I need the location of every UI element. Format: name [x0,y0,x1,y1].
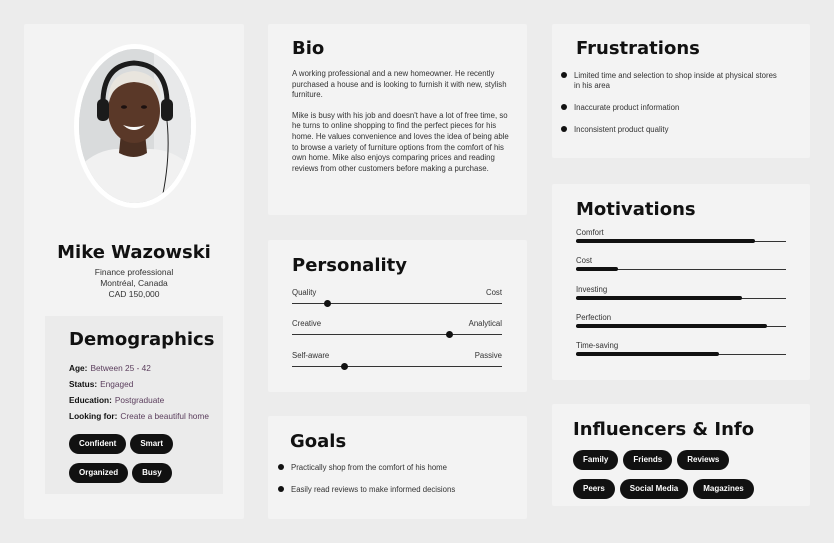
influencer-tags: Family Friends Reviews Peers Social Media Mag… [573,449,773,507]
motivation-fill [576,352,719,356]
trait-left-label: Self-aware [292,351,330,360]
motivation-label: Comfort [576,228,604,237]
influencers-card: Influencers & Info Family Friends Reviews P… [552,404,810,506]
influencer-tag: Family [573,450,619,470]
demographic-value: Between 25 - 42 [90,363,151,373]
frustration-item: Inaccurate product information [561,103,781,113]
frustration-item: Inconsistent product quality [561,125,781,135]
profile-card: Mike Wazowski Finance professional Montr… [24,24,244,519]
motivation-bar: Comfort [576,228,786,243]
trait-tags: Confident SmartOrganized Busy [69,433,219,491]
demographic-value: Create a beautiful home [120,411,209,421]
motivation-label: Perfection [576,313,612,322]
persona-income: CAD 150,000 [108,289,160,299]
bio-paragraph: A working professional and a new homeown… [292,69,507,100]
demographic-value: Postgraduate [114,395,165,405]
trait-scale: Creative Analytical [292,319,502,341]
demographics-title: Demographics [69,329,215,350]
goals-card: Goals Practically shop from the comfort … [268,416,527,519]
influencer-tag: Social Media [619,479,689,499]
personality-card: Personality Quality Cost Creative Analyt… [268,240,527,392]
trait-tag: Confident [69,434,127,454]
demographic-row: Age: Between 25 - 42 [69,360,209,376]
motivations-card: Motivations Comfort Cost Investing Perfe… [552,184,810,380]
motivation-bar: Investing [576,285,786,300]
goals-title: Goals [290,431,347,452]
persona-name: Mike Wazowski [57,242,211,263]
trait-scale: Quality Cost [292,288,502,310]
avatar [79,49,191,203]
motivation-bar: Time-saving [576,341,786,356]
motivation-label: Time-saving [576,341,619,350]
persona-location: Montréal, Canada [100,278,168,288]
motivation-bar: Cost [576,256,786,271]
trait-marker [341,363,348,370]
goals-list: Practically shop from the comfort of his… [278,463,455,507]
influencer-tag: Magazines [693,479,754,499]
goal-item: Practically shop from the comfort of his… [278,463,455,473]
demographic-row: Education: Postgraduate [69,392,209,408]
motivation-bar: Perfection [576,313,786,328]
persona-occupation: Finance professional [94,267,174,277]
trait-tag: Smart [130,434,174,454]
trait-right-label: Cost [485,288,502,297]
motivation-label: Investing [576,285,608,294]
motivation-fill [576,324,768,328]
trait-right-label: Analytical [468,319,502,328]
demographics-list: Age: Between 25 - 42 Status: Engaged Educa… [69,360,209,424]
demographic-value: Engaged [100,379,134,389]
motivation-fill [576,267,618,271]
demographic-key: Age: [69,363,88,373]
trait-track [292,334,502,335]
frustrations-list: Limited time and selection to shop insid… [561,71,781,147]
demographic-key: Status: [69,379,98,389]
avatar-frame [74,44,196,208]
trait-track [292,366,502,367]
influencers-title: Influencers & Info [573,419,755,440]
demographic-key: Education: [69,395,112,405]
trait-right-label: Passive [474,351,502,360]
trait-left-label: Quality [292,288,317,297]
motivation-fill [576,239,755,243]
influencer-tag: Friends [623,450,673,470]
trait-left-label: Creative [292,319,322,328]
demographic-key: Looking for: [69,411,118,421]
goal-item: Easily read reviews to make informed dec… [278,485,455,495]
demographic-row: Status: Engaged [69,376,209,392]
frustrations-card: Frustrations Limited time and selection … [552,24,810,158]
personality-title: Personality [292,255,407,276]
trait-tag: Busy [132,463,172,483]
motivation-fill [576,296,742,300]
influencer-tag: Reviews [677,450,730,470]
trait-scale: Self-aware Passive [292,351,502,373]
demographic-row: Looking for: Create a beautiful home [69,408,209,424]
frustration-item: Limited time and selection to shop insid… [561,71,781,91]
bio-text: A working professional and a new homeown… [292,69,512,184]
frustrations-title: Frustrations [576,38,700,59]
trait-tag: Organized [69,463,129,483]
trait-marker [324,300,332,307]
bio-card: Bio A working professional and a new hom… [268,24,527,215]
persona-meta: Finance professional Montréal, Canada CA… [24,267,244,300]
motivations-title: Motivations [576,199,696,220]
motivation-label: Cost [576,256,593,265]
influencer-tag: Peers [573,479,615,499]
bio-paragraph: Mike is busy with his job and doesn't ha… [292,110,509,173]
trait-marker [446,331,453,338]
demographics-card: Demographics Age: Between 25 - 42 Status:… [45,316,223,494]
bio-title: Bio [292,38,325,59]
avatar-portrait-image [79,49,191,203]
